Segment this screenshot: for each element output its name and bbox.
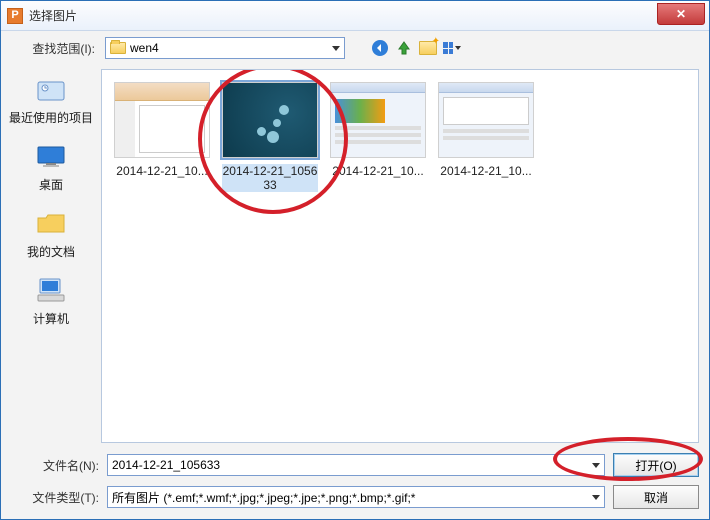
filetype-combo[interactable]: 所有图片 (*.emf;*.wmf;*.jpg;*.jpeg;*.jpe;*.p… [107, 486, 605, 508]
lookin-combo[interactable]: wen4 [105, 37, 345, 59]
file-list[interactable]: 2014-12-21_10... 2014-12-21_105633 2014-… [101, 69, 699, 443]
desktop-icon [33, 140, 69, 172]
place-desktop[interactable]: 桌面 [33, 140, 69, 193]
new-folder-button[interactable] [419, 39, 437, 57]
folder-icon [110, 42, 126, 54]
lookin-value: wen4 [130, 41, 332, 55]
cancel-button[interactable]: 取消 [613, 485, 699, 509]
window-title: 选择图片 [29, 7, 77, 24]
file-caption: 2014-12-21_105633 [222, 164, 318, 192]
up-arrow-icon [395, 39, 413, 57]
filename-value: 2014-12-21_105633 [112, 458, 588, 472]
place-mydocuments[interactable]: 我的文档 [27, 207, 75, 260]
back-button[interactable] [371, 39, 389, 57]
chevron-down-icon [592, 463, 600, 468]
lookin-label: 查找范围(I): [11, 40, 99, 57]
place-recent[interactable]: 最近使用的项目 [9, 73, 93, 126]
places-bar: 最近使用的项目 桌面 我的文档 计算机 [1, 65, 101, 447]
file-caption: 2014-12-21_10... [438, 164, 534, 178]
file-caption: 2014-12-21_10... [330, 164, 426, 178]
file-item[interactable]: 2014-12-21_10... [330, 82, 426, 178]
bottom-panel: 文件名(N): 2014-12-21_105633 打开(O) 文件类型(T):… [1, 447, 709, 519]
place-computer[interactable]: 计算机 [33, 274, 69, 327]
place-label: 我的文档 [27, 243, 75, 260]
computer-icon [33, 274, 69, 306]
file-item[interactable]: 2014-12-21_10... [438, 82, 534, 178]
filename-label: 文件名(N): [11, 457, 99, 474]
toolbar: 查找范围(I): wen4 [1, 31, 709, 65]
chevron-down-icon [455, 46, 461, 50]
filename-field[interactable]: 2014-12-21_105633 [107, 454, 605, 476]
back-icon [371, 39, 389, 57]
filetype-value: 所有图片 (*.emf;*.wmf;*.jpg;*.jpeg;*.jpe;*.p… [112, 489, 588, 506]
view-menu-button[interactable] [443, 39, 461, 57]
file-item-selected[interactable]: 2014-12-21_105633 [222, 82, 318, 192]
titlebar: P 选择图片 ✕ [1, 1, 709, 31]
close-icon: ✕ [676, 7, 686, 21]
file-item[interactable]: 2014-12-21_10... [114, 82, 210, 178]
place-label: 最近使用的项目 [9, 109, 93, 126]
filetype-label: 文件类型(T): [11, 489, 99, 506]
file-open-dialog: P 选择图片 ✕ 查找范围(I): wen4 [0, 0, 710, 520]
file-caption: 2014-12-21_10... [114, 164, 210, 178]
dialog-body: 最近使用的项目 桌面 我的文档 计算机 [1, 65, 709, 447]
close-button[interactable]: ✕ [657, 3, 705, 25]
recent-icon [33, 73, 69, 105]
place-label: 桌面 [39, 176, 63, 193]
place-label: 计算机 [33, 310, 69, 327]
new-folder-icon [419, 41, 437, 55]
up-one-level-button[interactable] [395, 39, 413, 57]
chevron-down-icon [592, 495, 600, 500]
view-grid-icon [443, 42, 453, 54]
folder-icon [33, 207, 69, 239]
chevron-down-icon [332, 46, 340, 51]
open-button[interactable]: 打开(O) [613, 453, 699, 477]
app-icon: P [7, 8, 23, 24]
